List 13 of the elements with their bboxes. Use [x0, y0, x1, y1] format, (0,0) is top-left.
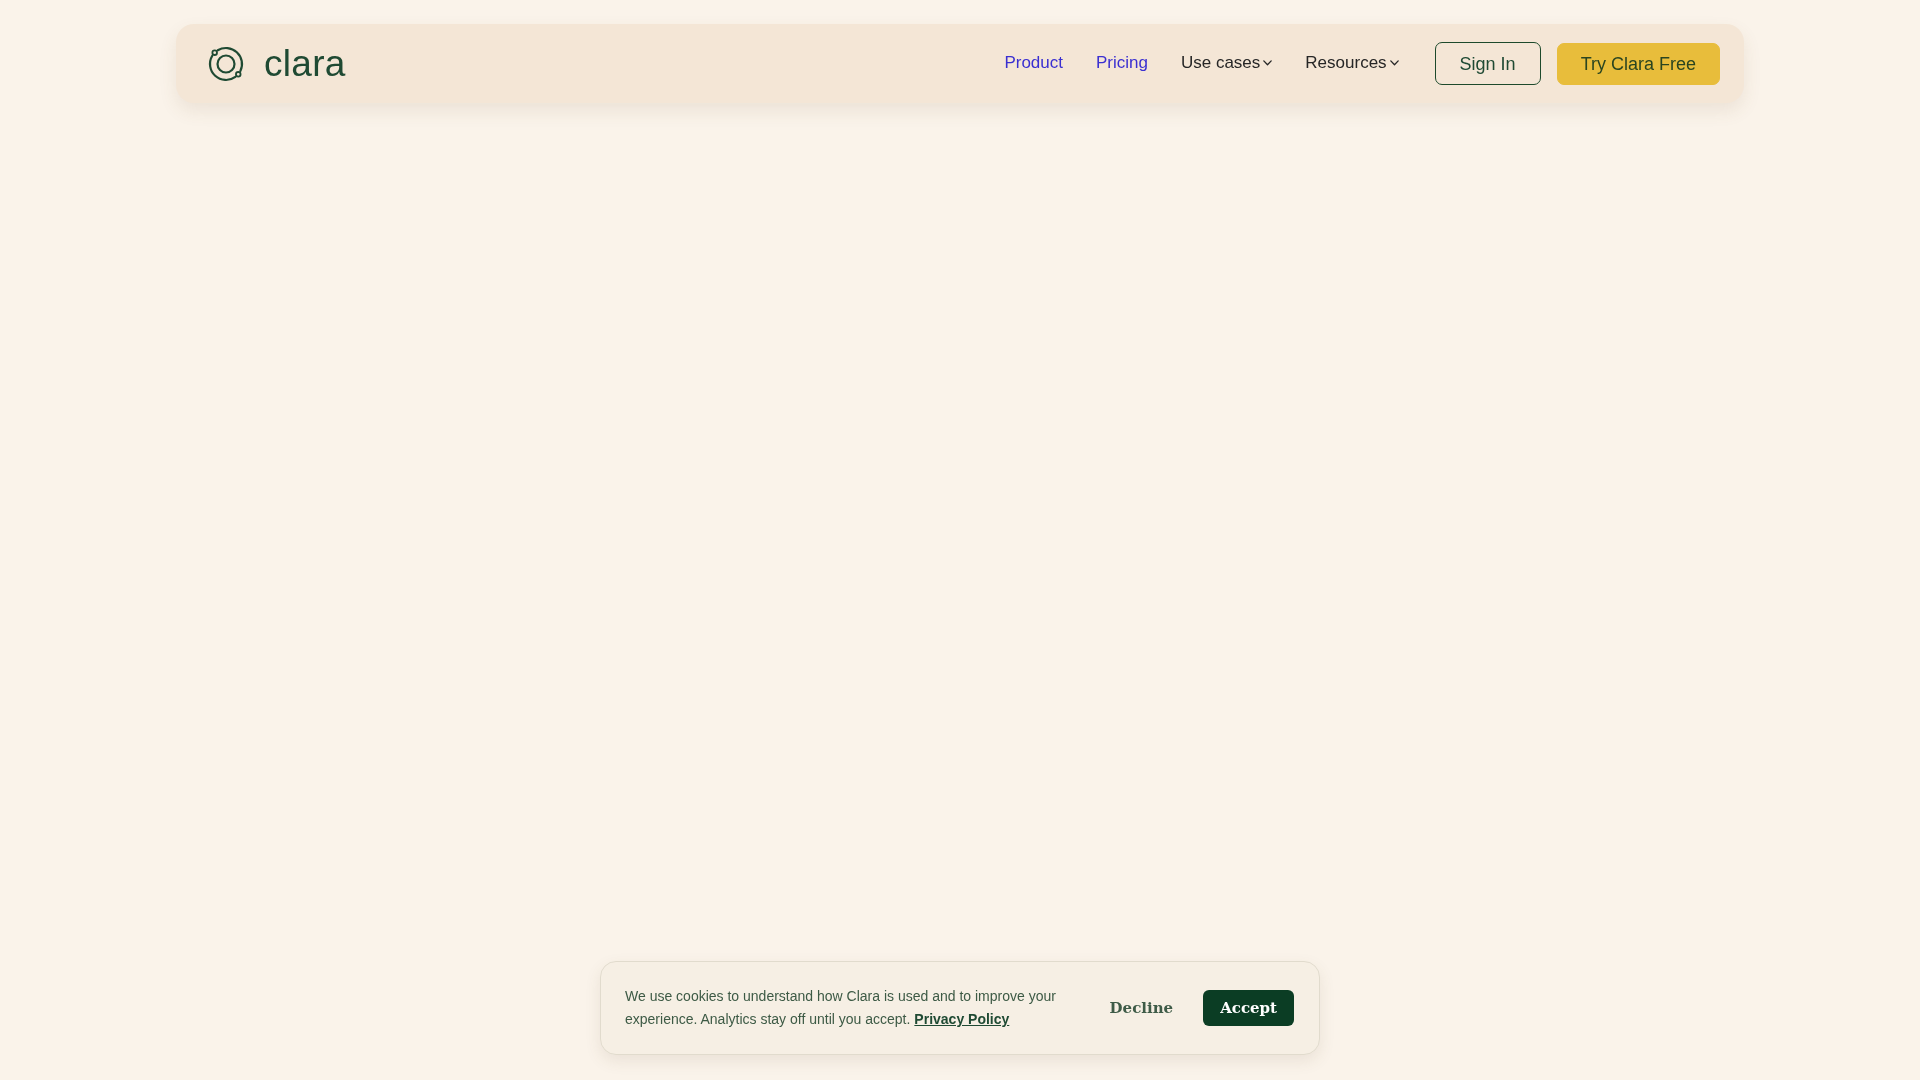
chevron-down-icon [1263, 60, 1273, 67]
sign-in-button[interactable]: Sign In [1434, 42, 1541, 85]
nav-dropdown[interactable]: Resources [1305, 53, 1399, 74]
nav-dropdown[interactable]: Use cases [1180, 53, 1273, 74]
nav-link[interactable]: Pricing [1096, 53, 1148, 74]
privacy-policy-link[interactable]: Privacy Policy [914, 1011, 1010, 1027]
accept-button[interactable]: Accept [1203, 990, 1294, 1026]
nav-link[interactable]: Product [1004, 53, 1063, 74]
cta-button[interactable]: Try Clara Free [1556, 42, 1720, 85]
cookie-message: We use cookies to understand how Clara is used and to improve your experience. Analytics stay off until you accept. Privacy Policy [625, 987, 1057, 1029]
decline-button[interactable]: Decline [1099, 990, 1184, 1026]
chevron-down-icon [1389, 60, 1399, 67]
logo-text: clara [264, 45, 346, 82]
